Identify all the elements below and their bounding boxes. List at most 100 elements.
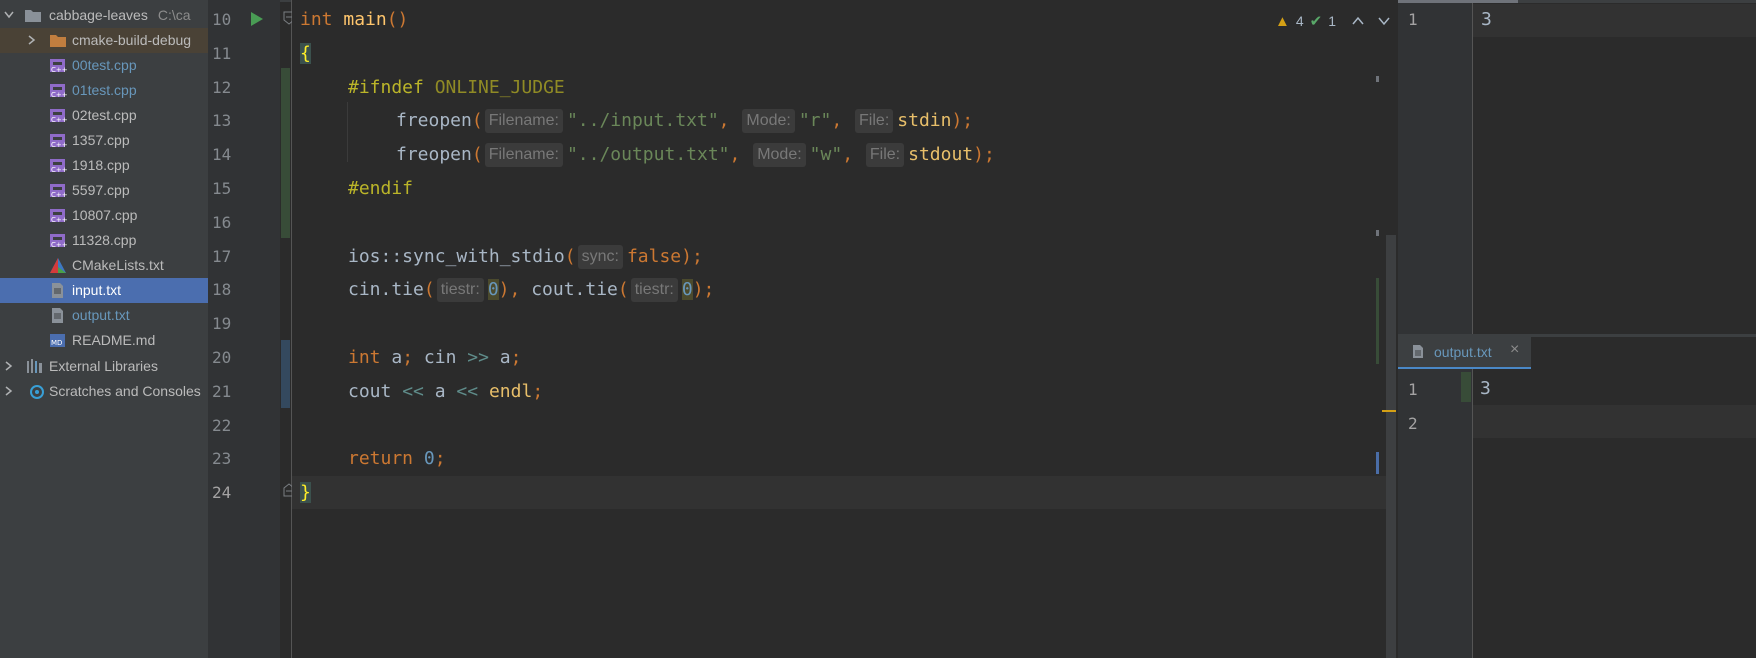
scroll-mark[interactable] bbox=[1376, 278, 1379, 364]
line-number: 13 bbox=[212, 111, 232, 131]
code-line-21: cout << a << endl; bbox=[348, 381, 544, 402]
tree-item-label: 1357.cpp bbox=[72, 132, 130, 148]
vcs-change-marker[interactable] bbox=[1461, 372, 1471, 402]
param-hint: Mode: bbox=[742, 109, 795, 133]
project-tree: cabbage-leaves C:\ca cmake-build-debug C++… bbox=[0, 0, 208, 658]
chevron-right-icon[interactable] bbox=[5, 354, 15, 379]
output-line-text[interactable]: 3 bbox=[1480, 378, 1491, 399]
param-hint: File: bbox=[865, 143, 905, 167]
cpp-file-icon: C++ bbox=[49, 57, 68, 74]
tree-item-label: 10807.cpp bbox=[72, 207, 138, 223]
folder-icon bbox=[49, 32, 67, 49]
tree-item[interactable]: C++ 1357.cpp bbox=[0, 128, 208, 153]
svg-text:C++: C++ bbox=[51, 91, 67, 99]
warning-icon: ▲ bbox=[1275, 12, 1290, 30]
param-hint: sync: bbox=[577, 245, 623, 269]
line-number: 12 bbox=[212, 77, 232, 97]
cpp-file-icon: C++ bbox=[49, 82, 68, 99]
param-hint: Filename: bbox=[484, 143, 563, 167]
tree-item[interactable]: input.txt bbox=[0, 278, 208, 303]
tree-item-label: README.md bbox=[72, 332, 156, 348]
code-line-11: { bbox=[300, 43, 311, 64]
svg-text:MD: MD bbox=[51, 339, 62, 347]
inspection-widget[interactable]: ▲ 4 ✔ 1 bbox=[1275, 10, 1390, 32]
close-icon[interactable]: × bbox=[1510, 341, 1519, 359]
tree-item[interactable]: C++ 11328.cpp bbox=[0, 228, 208, 253]
cpp-file-icon: C++ bbox=[49, 207, 68, 224]
right-split-panes: 1 3 output.txt × 1 2 3 bbox=[1398, 0, 1756, 658]
current-line-highlight bbox=[292, 476, 1396, 509]
svg-text:C++: C++ bbox=[51, 241, 67, 249]
tree-item[interactable]: C++ 5597.cpp bbox=[0, 178, 208, 203]
tree-item-label: 1918.cpp bbox=[72, 157, 130, 173]
tree-item[interactable]: cmake-build-debug bbox=[0, 28, 208, 53]
svg-text:C++: C++ bbox=[51, 166, 67, 174]
scratches-icon bbox=[28, 383, 46, 400]
warning-count: 4 bbox=[1295, 13, 1304, 29]
run-icon[interactable] bbox=[250, 11, 264, 27]
editor-scrollbar[interactable] bbox=[1386, 235, 1396, 658]
chevron-down-icon[interactable] bbox=[4, 3, 14, 28]
code-editor[interactable]: int main() { #ifndef ONLINE_JUDGE freope… bbox=[292, 0, 1396, 658]
cpp-file-icon: C++ bbox=[49, 107, 68, 124]
scroll-mark[interactable] bbox=[1376, 452, 1379, 474]
input-gutter bbox=[1398, 3, 1472, 334]
cpp-file-icon: C++ bbox=[49, 132, 68, 149]
chevron-right-icon[interactable] bbox=[28, 28, 38, 53]
param-hint: tiestr: bbox=[436, 278, 484, 302]
chevron-right-icon[interactable] bbox=[5, 379, 15, 404]
code-line-13: freopen(Filename: "../input.txt", Mode: "r… bbox=[396, 109, 974, 133]
tree-item[interactable]: C++ 02test.cpp bbox=[0, 103, 208, 128]
output-gutter bbox=[1398, 369, 1472, 658]
tree-item[interactable]: C++ 00test.cpp bbox=[0, 53, 208, 78]
folder-icon bbox=[24, 7, 42, 24]
chevron-down-icon[interactable] bbox=[1378, 16, 1390, 26]
tree-item[interactable]: output.txt bbox=[0, 303, 208, 328]
line-number: 23 bbox=[212, 449, 232, 469]
output-current-line bbox=[1473, 405, 1756, 438]
tree-item-label: 5597.cpp bbox=[72, 182, 130, 198]
tree-item-label: cmake-build-debug bbox=[72, 32, 192, 48]
cpp-file-icon: C++ bbox=[49, 232, 68, 249]
text-file-icon bbox=[49, 282, 67, 299]
tree-item[interactable]: C++ 10807.cpp bbox=[0, 203, 208, 228]
tree-item[interactable]: C++ 1918.cpp bbox=[0, 153, 208, 178]
input-current-line bbox=[1473, 4, 1756, 37]
tree-item[interactable]: MD README.md bbox=[0, 328, 208, 353]
tree-external-libraries[interactable]: External Libraries bbox=[0, 354, 208, 379]
line-number: 21 bbox=[212, 381, 232, 401]
cpp-file-icon: C++ bbox=[49, 157, 68, 174]
svg-text:C++: C++ bbox=[51, 141, 67, 149]
tab-label: output.txt bbox=[1434, 344, 1492, 360]
code-line-24: } bbox=[300, 482, 311, 503]
param-hint: Filename: bbox=[484, 109, 563, 133]
code-line-15: #endif bbox=[348, 178, 414, 199]
tree-root-row[interactable]: cabbage-leaves C:\ca bbox=[0, 3, 208, 28]
svg-text:C++: C++ bbox=[51, 216, 67, 224]
vcs-change-marker[interactable] bbox=[281, 68, 290, 238]
input-gutter-separator bbox=[1472, 3, 1473, 334]
tree-item[interactable]: CMakeLists.txt bbox=[0, 253, 208, 278]
tree-item-label: input.txt bbox=[72, 282, 122, 298]
tab-output-txt[interactable]: output.txt × bbox=[1398, 337, 1531, 369]
output-line-number: 2 bbox=[1408, 414, 1418, 433]
markdown-icon: MD bbox=[49, 332, 67, 349]
input-line-text[interactable]: 3 bbox=[1481, 9, 1492, 30]
svg-text:C++: C++ bbox=[51, 116, 67, 124]
line-number: 11 bbox=[212, 43, 232, 63]
tree-item-label: 01test.cpp bbox=[72, 82, 137, 98]
tree-scratches[interactable]: Scratches and Consoles bbox=[0, 379, 208, 404]
scroll-mark[interactable] bbox=[1376, 76, 1379, 82]
line-number: 16 bbox=[212, 212, 232, 232]
vcs-change-marker[interactable] bbox=[281, 340, 290, 408]
tree-item-label: 02test.cpp bbox=[72, 107, 137, 123]
scroll-mark[interactable] bbox=[1382, 410, 1396, 412]
line-number: 18 bbox=[212, 280, 232, 300]
line-number: 15 bbox=[212, 179, 232, 198]
scroll-mark[interactable] bbox=[1376, 230, 1379, 236]
chevron-up-icon[interactable] bbox=[1352, 16, 1364, 26]
tree-item[interactable]: C++ 01test.cpp bbox=[0, 78, 208, 103]
code-line-12: #ifndef ONLINE_JUDGE bbox=[348, 77, 565, 98]
code-line-20: int a; cin >> a; bbox=[348, 347, 522, 368]
line-number: 20 bbox=[212, 348, 232, 367]
